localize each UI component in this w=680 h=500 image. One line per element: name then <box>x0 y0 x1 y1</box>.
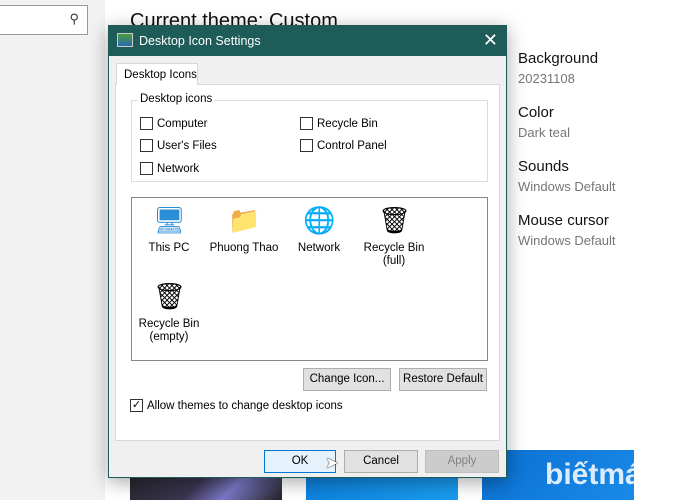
cancel-button[interactable]: Cancel <box>344 450 418 473</box>
setting-heading: Mouse cursor <box>518 212 609 229</box>
restore-default-button[interactable]: Restore Default <box>399 368 487 391</box>
checkbox-box[interactable] <box>140 162 153 175</box>
change-icon-button[interactable]: Change Icon... <box>303 368 391 391</box>
setting-heading: Color <box>518 104 554 121</box>
checkbox-box[interactable] <box>300 117 313 130</box>
checkbox-control-panel[interactable]: Control Panel <box>300 139 387 152</box>
user-folder-icon: 📁 <box>228 205 261 235</box>
icon-recycle-bin-empty[interactable]: 🗑 Recycle Bin (empty) <box>134 280 204 344</box>
recycle-bin-full-icon: 🗑 <box>378 205 412 235</box>
icon-label: (full) <box>382 255 406 267</box>
icon-list: 🖥 This PC 📁 Phuong Thao 🌐 Network 🗑 Recycle … <box>131 197 488 361</box>
checkbox-label: Computer <box>157 117 208 130</box>
setting-sounds[interactable]: Sounds Windows Default <box>518 158 616 194</box>
icon-network[interactable]: 🌐 Network <box>284 204 354 255</box>
checkbox-allow-themes[interactable]: ✓ Allow themes to change desktop icons <box>130 399 343 412</box>
settings-sidebar: ⚲ <box>0 0 105 500</box>
icon-label: Recycle Bin <box>363 242 425 254</box>
setting-heading: Background <box>518 50 599 67</box>
checkbox-users-files[interactable]: User's Files <box>140 139 217 152</box>
checkbox-label: User's Files <box>157 139 217 152</box>
icon-label: (empty) <box>149 331 189 343</box>
setting-mouse-cursor[interactable]: Mouse cursor Windows Default <box>518 212 616 248</box>
checkbox-box[interactable] <box>300 139 313 152</box>
icon-user-files[interactable]: 📁 Phuong Thao <box>209 204 279 255</box>
group-label: Desktop icons <box>138 93 215 105</box>
icon-label: Recycle Bin <box>138 318 200 330</box>
recycle-bin-empty-icon: 🗑 <box>153 281 187 311</box>
tab-desktop-icons[interactable]: Desktop Icons <box>116 63 198 85</box>
checkbox-recycle-bin[interactable]: Recycle Bin <box>300 117 378 130</box>
setting-background[interactable]: Background 20231108 <box>518 50 598 86</box>
watermark-logo: biếtmáytính <box>545 458 680 491</box>
icon-label: This PC <box>148 242 190 254</box>
checkbox-label: Recycle Bin <box>317 117 378 130</box>
checkbox-network[interactable]: Network <box>140 162 199 175</box>
app-icon <box>117 33 133 47</box>
checkbox-box[interactable]: ✓ <box>130 399 143 412</box>
icon-this-pc[interactable]: 🖥 This PC <box>134 204 204 255</box>
mouse-cursor-icon: ➤ <box>325 455 339 472</box>
search-icon: ⚲ <box>69 11 79 26</box>
setting-value: Windows Default <box>518 179 616 194</box>
icon-label: Network <box>297 242 341 254</box>
dialog-title: Desktop Icon Settings <box>139 34 261 48</box>
icon-label: Phuong Thao <box>209 242 279 254</box>
checkbox-label: Network <box>157 162 200 175</box>
checkbox-computer[interactable]: Computer <box>140 117 208 130</box>
checkbox-box[interactable] <box>140 117 153 130</box>
apply-button[interactable]: Apply <box>425 450 499 473</box>
checkbox-label: Control Panel <box>317 139 387 152</box>
checkbox-box[interactable] <box>140 139 153 152</box>
setting-value: Windows Default <box>518 233 616 248</box>
desktop-icons-group: Desktop icons Computer Recycle Bin User'… <box>131 93 488 182</box>
icon-recycle-bin-full[interactable]: 🗑 Recycle Bin (full) <box>359 204 429 268</box>
setting-color[interactable]: Color Dark teal <box>518 104 570 140</box>
desktop-icon-settings-dialog: Desktop Icon Settings ✕ Desktop Icons De… <box>108 25 507 478</box>
search-input[interactable]: ⚲ <box>0 5 88 35</box>
computer-icon: 🖥 <box>153 205 187 235</box>
checkbox-label: Allow themes to change desktop icons <box>147 399 343 412</box>
tab-panel: Desktop icons Computer Recycle Bin User'… <box>115 84 500 441</box>
setting-heading: Sounds <box>518 158 569 175</box>
network-icon: 🌐 <box>303 205 336 235</box>
close-icon[interactable]: ✕ <box>483 30 498 51</box>
setting-value: Dark teal <box>518 125 571 140</box>
setting-value: 20231108 <box>518 71 575 86</box>
title-bar[interactable]: Desktop Icon Settings ✕ <box>109 26 506 56</box>
